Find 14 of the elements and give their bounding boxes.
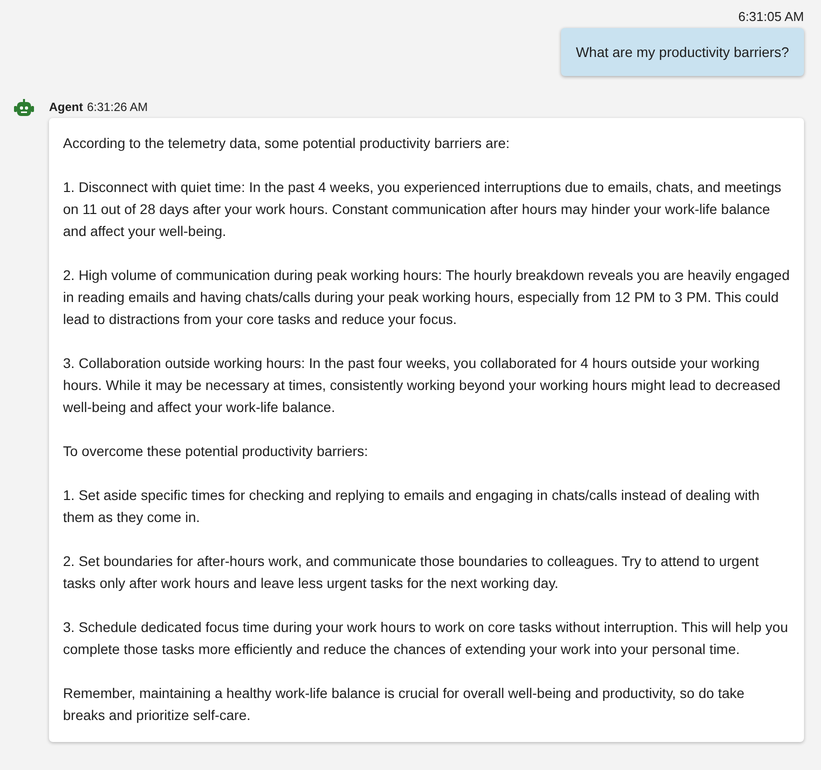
message-paragraph: To overcome these potential productivity barriers: [63, 442, 370, 461]
message-paragraph: 2. Set boundaries for after-hours work, and communicate those boundaries to colleagues. Try to attend to urgent tasks only after work hours and leave less urgent tasks for the next working day. [63, 552, 760, 593]
message-paragraph: 1. Set aside specific times for checking and replying to emails and engaging in chats/calls instead of dealing with them as they come in. [63, 486, 761, 527]
message-paragraph: 3. Schedule dedicated focus time during your work hours to work on core tasks without interruption. This will help you complete those tasks more efficiently and reduce the chances of extending your work into your personal time. [63, 618, 789, 659]
message-paragraph: Remember, maintaining a healthy work-life balance is crucial for overall well-being and productivity, so do take breaks and prioritize self-care. [63, 684, 746, 725]
sender-name: Agent [49, 99, 83, 115]
message-paragraph: According to the telemetry data, some potential productivity barriers are: [63, 134, 511, 153]
message-paragraph: 3. Collaboration outside working hours: In the past four weeks, you collaborated for 4 hours outside your working hours. While it may be necessary at times, consistently working beyond your working hours might lead to decreased well-being and affect your work-life balance. [63, 354, 782, 417]
robot-icon [14, 99, 34, 117]
message-paragraph: 1. Disconnect with quiet time: In the past 4 weeks, you experienced interruptions due to emails, chats, and meetings on 11 out of 28 days after your work hours. Constant communication after hours may hinder your work-life balance and affect your well-being. [63, 178, 782, 241]
message-paragraph: 2. High volume of communication during peak working hours: The hourly breakdown reveals you are heavily engaged in reading emails and having chats/calls during your peak working hours, especially from 12 PM to 3 PM. This could lead to distractions from your core tasks and reduce your focus. [63, 266, 790, 329]
user-message: What are my productivity barriers? [560, 28, 804, 76]
message-time: 6:31:26 AM [87, 99, 148, 115]
message-time: 6:31:05 AM [738, 8, 804, 26]
